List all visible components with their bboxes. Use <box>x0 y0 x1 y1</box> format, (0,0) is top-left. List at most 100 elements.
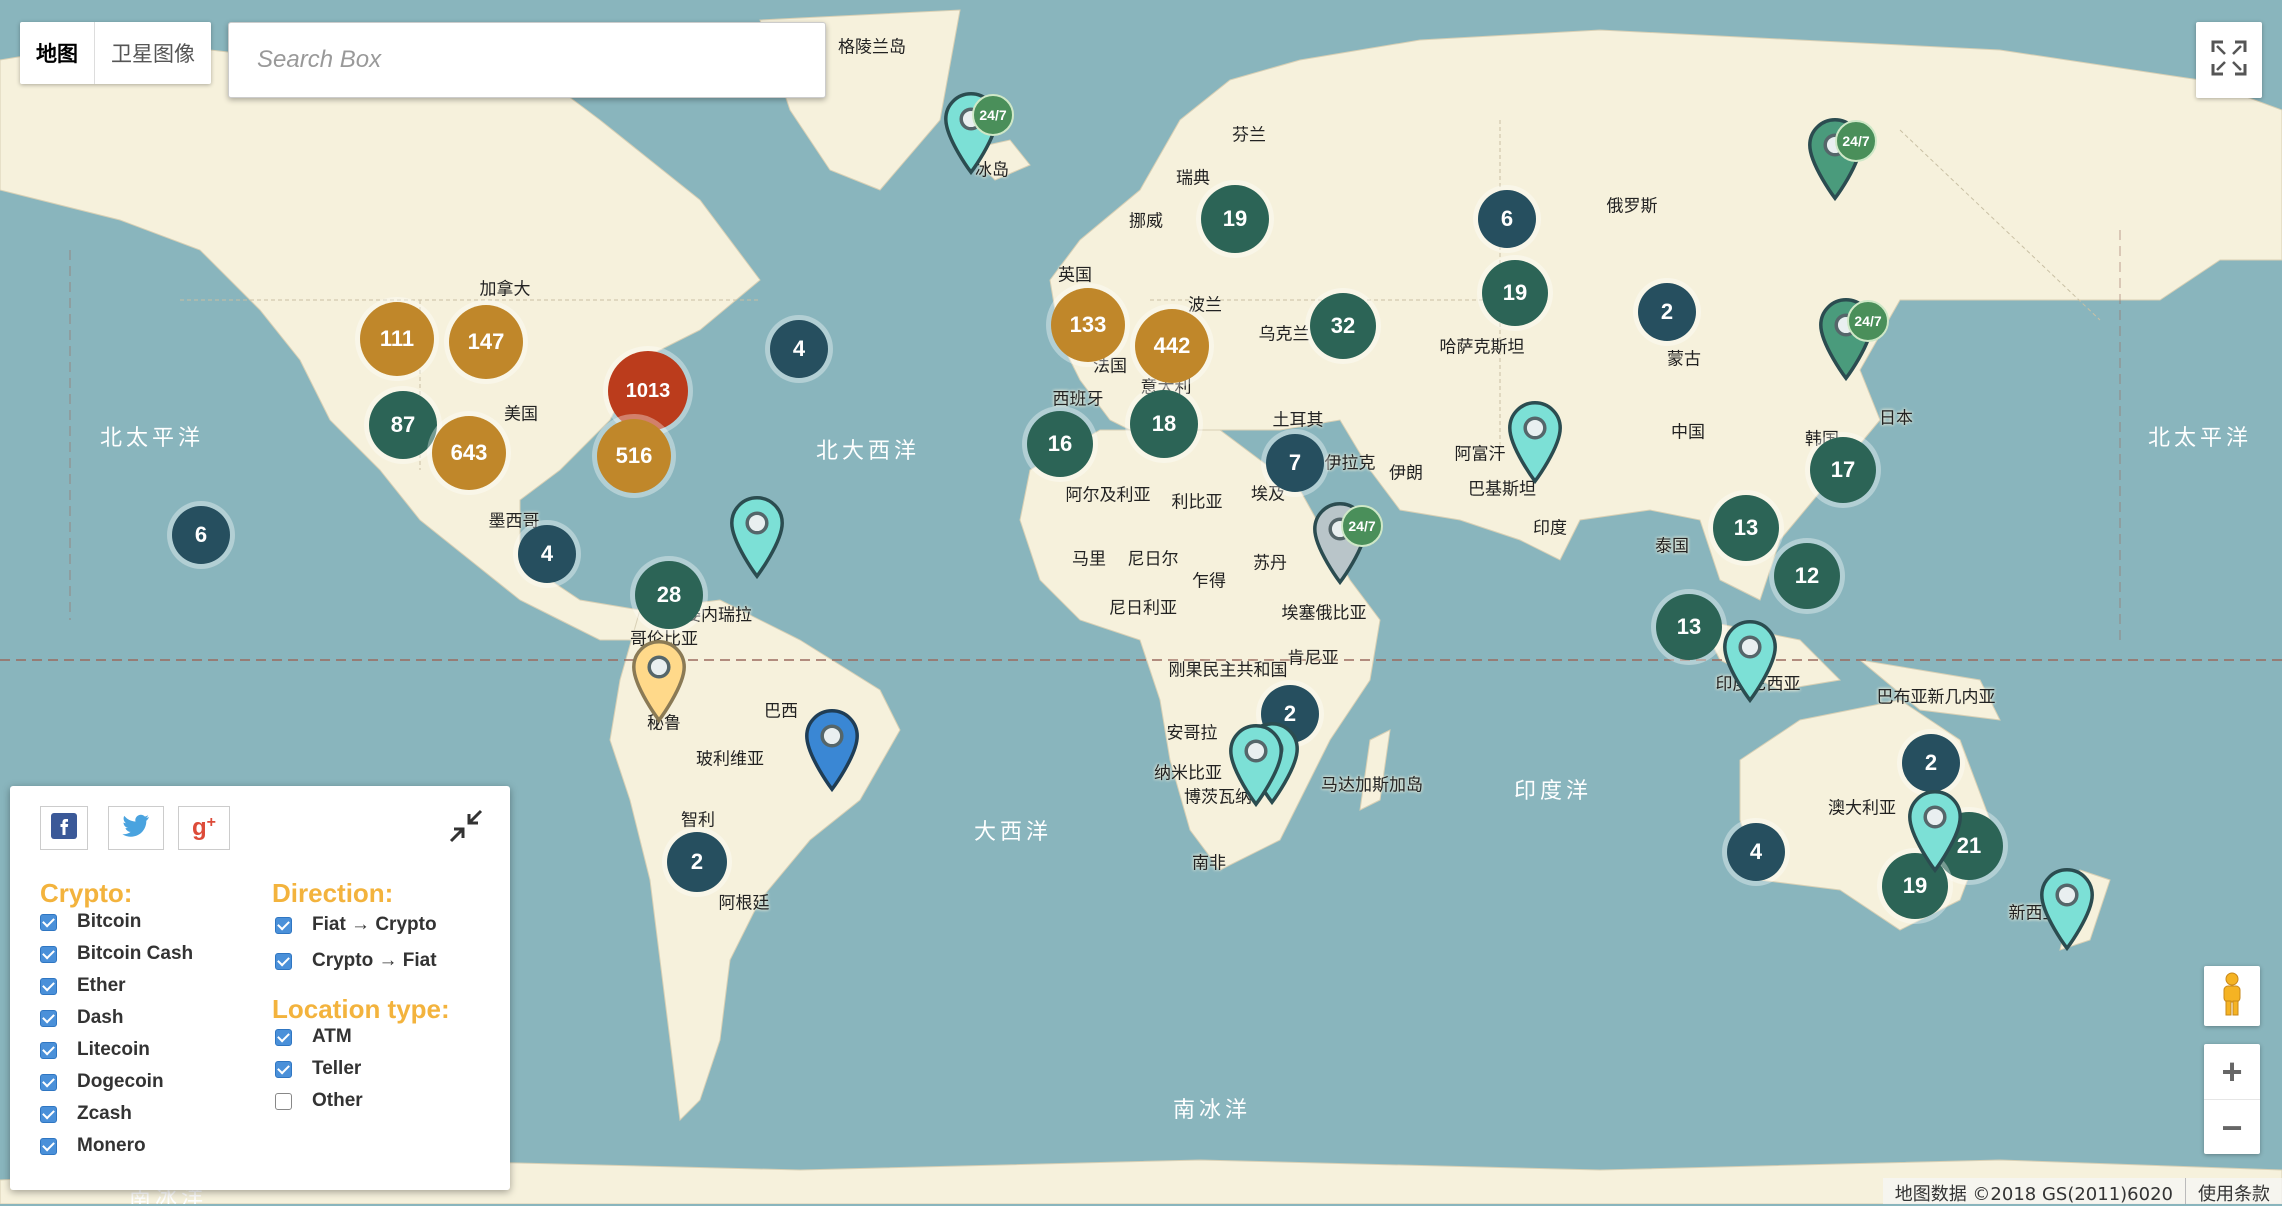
direction-filter-label: Fiat → Crypto <box>312 914 437 935</box>
atm-cluster-marker[interactable]: 13 <box>1656 594 1722 660</box>
street-view-pegman[interactable] <box>2204 966 2260 1026</box>
crypto-filter-label: Litecoin <box>77 1039 150 1060</box>
checkbox[interactable] <box>40 1041 57 1059</box>
atm-cluster-marker[interactable]: 6 <box>172 506 230 564</box>
crypto-filter-option[interactable]: Bitcoin <box>40 911 141 933</box>
location-pin[interactable] <box>1907 789 1963 878</box>
place-label: 中国 <box>1671 422 1705 443</box>
location-pin[interactable] <box>2039 867 2095 956</box>
atm-cluster-marker[interactable]: 133 <box>1051 288 1125 362</box>
direction-filter-option[interactable]: Fiat → Crypto <box>275 914 437 936</box>
atm-cluster-marker[interactable]: 2 <box>1902 734 1960 792</box>
place-label: 英国 <box>1058 265 1092 286</box>
place-label: 格陵兰岛 <box>838 37 906 58</box>
place-label: 尼日尔 <box>1127 549 1179 570</box>
location-pin[interactable] <box>1722 619 1778 708</box>
terms-of-use-link[interactable]: 使用条款 <box>2185 1178 2282 1205</box>
facebook-share-button[interactable] <box>40 806 88 850</box>
atm-cluster-marker[interactable]: 442 <box>1135 309 1209 383</box>
checkbox[interactable] <box>40 1009 57 1027</box>
atm-cluster-marker[interactable]: 17 <box>1810 437 1876 503</box>
crypto-filter-option[interactable]: Ether <box>40 975 126 997</box>
place-label: 马达加斯加岛 <box>1321 775 1423 796</box>
location-type-filter-option[interactable]: ATM <box>275 1026 352 1048</box>
map-type-satellite-button[interactable]: 卫星图像 <box>95 22 211 84</box>
place-label: 安哥拉 <box>1166 723 1218 744</box>
facebook-icon <box>51 812 77 844</box>
place-label: 瑞典 <box>1176 168 1210 189</box>
checkbox[interactable] <box>40 1137 57 1155</box>
atm-cluster-marker[interactable]: 516 <box>597 419 671 493</box>
location-type-filter-option[interactable]: Teller <box>275 1058 361 1080</box>
crypto-filter-option[interactable]: Zcash <box>40 1103 132 1125</box>
place-label: 肯尼亚 <box>1287 648 1339 669</box>
atm-cluster-marker[interactable]: 13 <box>1713 495 1779 561</box>
atm-cluster-marker[interactable]: 147 <box>449 305 523 379</box>
place-label: 蒙古 <box>1667 349 1701 370</box>
crypto-filter-option[interactable]: Bitcoin Cash <box>40 943 193 965</box>
fullscreen-icon <box>2209 38 2249 83</box>
checkbox[interactable] <box>275 952 292 970</box>
location-pin[interactable] <box>631 639 687 728</box>
atm-cluster-marker[interactable]: 12 <box>1774 543 1840 609</box>
atm-cluster-marker[interactable]: 4 <box>770 320 828 378</box>
atm-cluster-marker[interactable]: 19 <box>1201 185 1269 253</box>
checkbox[interactable] <box>40 1073 57 1091</box>
checkbox[interactable] <box>275 1028 292 1046</box>
atm-cluster-marker[interactable]: 32 <box>1310 293 1376 359</box>
crypto-filter-option[interactable]: Monero <box>40 1135 146 1157</box>
fullscreen-button[interactable] <box>2196 22 2262 98</box>
search-input[interactable] <box>255 45 799 75</box>
atm-cluster-marker[interactable]: 4 <box>1727 823 1785 881</box>
atm-cluster-marker[interactable]: 111 <box>360 302 434 376</box>
place-label: 纳米比亚 <box>1154 763 1222 784</box>
location-type-filter-option[interactable]: Other <box>275 1090 363 1112</box>
crypto-filter-option[interactable]: Dash <box>40 1007 123 1029</box>
atm-cluster-marker[interactable]: 87 <box>369 391 437 459</box>
location-type-filter-label: Other <box>312 1090 363 1111</box>
twitter-share-button[interactable] <box>108 806 164 850</box>
direction-filter-option[interactable]: Crypto → Fiat <box>275 950 437 972</box>
atm-cluster-marker[interactable]: 16 <box>1027 411 1093 477</box>
location-pin[interactable] <box>1228 723 1284 812</box>
place-label: 刚果民主共和国 <box>1168 660 1288 681</box>
atm-cluster-marker[interactable]: 19 <box>1482 260 1548 326</box>
checkbox[interactable] <box>40 977 57 995</box>
crypto-filter-option[interactable]: Litecoin <box>40 1039 150 1061</box>
atm-cluster-marker[interactable]: 7 <box>1266 434 1324 492</box>
collapse-icon <box>447 807 485 850</box>
atm-cluster-marker[interactable]: 2 <box>1638 283 1696 341</box>
atm-cluster-marker[interactable]: 1013 <box>608 351 688 431</box>
atm-cluster-marker[interactable]: 6 <box>1478 190 1536 248</box>
place-label: 澳大利亚 <box>1828 798 1896 819</box>
atm-cluster-marker[interactable]: 4 <box>518 525 576 583</box>
checkbox[interactable] <box>40 1105 57 1123</box>
map-type-map-button[interactable]: 地图 <box>20 22 95 84</box>
checkbox[interactable] <box>275 1060 292 1078</box>
place-label: 埃塞俄比亚 <box>1281 603 1367 624</box>
checkbox[interactable] <box>40 945 57 963</box>
place-label: 南非 <box>1192 853 1226 874</box>
collapse-panel-button[interactable] <box>444 806 488 850</box>
checkbox[interactable] <box>40 913 57 931</box>
google-plus-icon: g+ <box>191 814 216 841</box>
zoom-in-button[interactable]: + <box>2204 1044 2260 1100</box>
location-pin[interactable] <box>1507 400 1563 489</box>
checkbox[interactable] <box>275 916 292 934</box>
location-pin[interactable] <box>804 708 860 797</box>
google-plus-share-button[interactable]: g+ <box>178 806 230 850</box>
location-pin[interactable] <box>729 495 785 584</box>
checkbox[interactable] <box>275 1092 292 1110</box>
place-label: 乌克兰 <box>1258 324 1310 345</box>
place-label: 伊朗 <box>1389 463 1423 484</box>
place-label: 马里 <box>1072 549 1106 570</box>
zoom-out-button[interactable]: − <box>2204 1100 2260 1155</box>
place-label: 加拿大 <box>479 279 531 300</box>
atm-cluster-marker[interactable]: 2 <box>667 832 727 892</box>
place-label: 巴西 <box>764 701 798 722</box>
crypto-filter-option[interactable]: Dogecoin <box>40 1071 164 1093</box>
ocean-label: 北太平洋 <box>2147 426 2253 451</box>
atm-cluster-marker[interactable]: 28 <box>635 561 703 629</box>
atm-cluster-marker[interactable]: 643 <box>432 416 506 490</box>
atm-cluster-marker[interactable]: 18 <box>1130 390 1198 458</box>
